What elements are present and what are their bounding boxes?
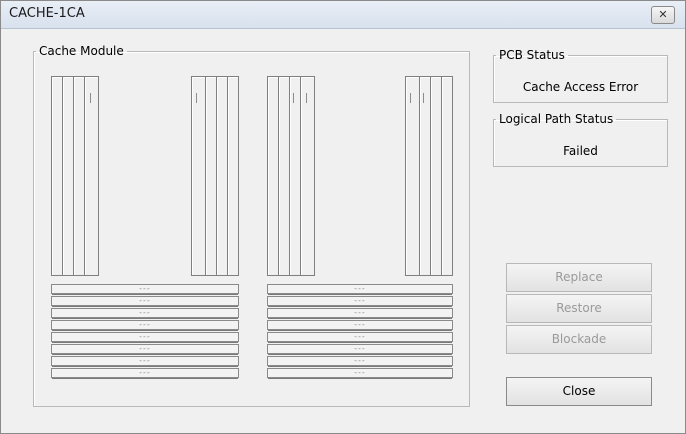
cache-row[interactable]: --- bbox=[51, 284, 239, 295]
logical-path-status-value: Failed bbox=[563, 144, 598, 158]
cache-row[interactable]: --- bbox=[51, 368, 239, 379]
cache-module-label: Cache Module bbox=[39, 44, 124, 58]
cache-row[interactable]: --- bbox=[267, 296, 453, 307]
cache-row[interactable]: --- bbox=[51, 356, 239, 367]
restore-button[interactable]: Restore bbox=[506, 294, 652, 323]
cache-slot-column[interactable] bbox=[441, 76, 453, 276]
cache-row[interactable]: --- bbox=[267, 332, 453, 343]
cache-slot-column[interactable] bbox=[191, 76, 206, 276]
cache-row[interactable]: --- bbox=[267, 356, 453, 367]
title-bar: CACHE-1CA ✕ bbox=[1, 1, 685, 29]
cache-row[interactable]: --- bbox=[267, 320, 453, 331]
logical-path-status-label: Logical Path Status bbox=[499, 112, 614, 126]
window-title: CACHE-1CA bbox=[9, 6, 85, 21]
blockade-button[interactable]: Blockade bbox=[506, 325, 652, 354]
pcb-status-label: PCB Status bbox=[499, 48, 565, 62]
slot-indicator bbox=[90, 93, 91, 103]
logical-path-status-group: Logical Path Status Failed bbox=[493, 112, 668, 167]
cache-row[interactable]: --- bbox=[267, 368, 453, 379]
slot-indicator bbox=[196, 93, 197, 103]
cache-row[interactable]: --- bbox=[267, 344, 453, 355]
cache-slot-column[interactable] bbox=[227, 76, 239, 276]
close-button[interactable]: Close bbox=[506, 377, 652, 406]
pcb-status-value: Cache Access Error bbox=[522, 80, 639, 94]
cache-slot-column[interactable] bbox=[300, 76, 315, 276]
cache-row[interactable]: --- bbox=[51, 320, 239, 331]
cache-row[interactable]: --- bbox=[51, 308, 239, 319]
slot-indicator bbox=[410, 93, 411, 103]
close-window-icon[interactable]: ✕ bbox=[651, 6, 675, 24]
cache-row[interactable]: --- bbox=[51, 296, 239, 307]
cache-slot-column[interactable] bbox=[84, 76, 99, 276]
slot-indicator bbox=[293, 93, 294, 103]
slot-indicator bbox=[306, 93, 307, 103]
cache-row[interactable]: --- bbox=[51, 344, 239, 355]
slot-indicator bbox=[423, 93, 424, 103]
cache-row[interactable]: --- bbox=[267, 284, 453, 295]
cache-slot-column[interactable] bbox=[405, 76, 420, 276]
cache-dialog: CACHE-1CA ✕ Cache Module --- --- --- ---… bbox=[0, 0, 686, 434]
cache-row[interactable]: --- bbox=[267, 308, 453, 319]
replace-button[interactable]: Replace bbox=[506, 263, 652, 292]
pcb-status-group: PCB Status Cache Access Error bbox=[493, 48, 668, 103]
cache-row[interactable]: --- bbox=[51, 332, 239, 343]
